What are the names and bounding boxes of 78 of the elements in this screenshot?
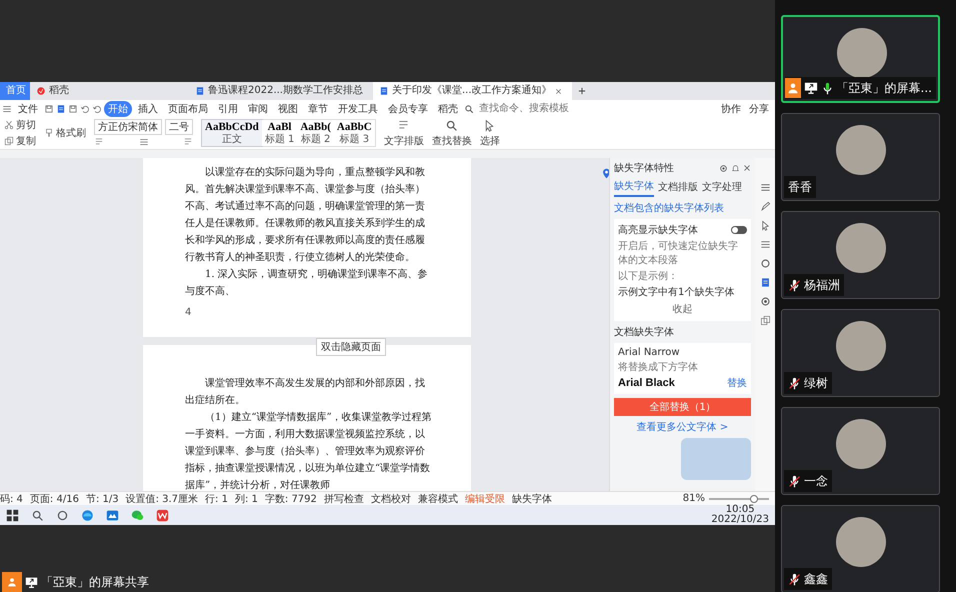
share-label: 「亞東」的屏幕共享 [41,575,149,589]
participant-tile[interactable]: 「亞東」的屏幕... [781,15,940,103]
status-text: 列: 1 [234,492,258,506]
clock-time: 10:05 [726,505,755,515]
font-name-field[interactable]: 方正仿宋简体 [94,119,162,135]
example-text: 示例文字中有1个缺失字体 [618,286,736,299]
status-button[interactable]: 文档校对 [370,492,411,506]
status-text: 码: 4 [0,492,23,506]
section-title: 文档缺失字体 [614,326,675,339]
paragraph: 课堂管理效率不高发生发展的内部和外部原因，找出症结所在。 [185,376,426,408]
style-preset[interactable]: AaBbCcDd 正文 [202,120,262,146]
note: 将替换成下方字体 [618,360,699,374]
participant-tile[interactable]: 鑫鑫 [781,505,940,592]
participant-name: 「亞東」的屏幕... [836,80,932,96]
ribbon-tab[interactable]: 稻壳 [434,100,462,116]
status-button[interactable]: 缺失字体 [512,492,552,506]
ribbon-tab[interactable]: 视图 [274,100,302,116]
ribbon-tab[interactable]: 页面布局 [164,100,212,116]
collapse-button[interactable]: 收起 [666,301,698,317]
toolbar-button[interactable]: 选择 [480,118,500,148]
status-text: 字数: 7792 [264,492,317,506]
document-tab[interactable]: 关于印发《课堂...改工作方案通知》 [373,82,572,100]
document-tab[interactable]: 稻壳 [30,82,189,100]
toolbar-button[interactable]: 文字排版 [384,118,424,148]
font-size-field[interactable]: 二号 [165,119,193,135]
status-text: 页面: 4/16 [30,492,79,506]
ribbon-tab[interactable]: 会员专享 [384,100,432,116]
status-text: 行: 1 [205,492,228,506]
tooltip: 双击隐藏页面 [316,338,386,356]
link[interactable]: 文档包含的缺失字体列表 [614,201,751,215]
panel-title: 缺失字体特性 [614,162,674,175]
example-label: 以下是示例： [618,270,679,283]
toolbar-button[interactable]: 协作 [721,102,741,116]
toolbar-button[interactable]: 剪切 [4,118,36,132]
style-preset[interactable]: AaBb( 标题 2 [297,120,334,146]
status-button[interactable]: 拼写检查 [324,492,364,506]
participant-tile[interactable]: 杨福洲 [781,211,940,299]
description: 开启后，可快速定位缺失字体的文本段落 [618,240,739,267]
search-field[interactable]: 查找命令、搜索模板 [477,102,581,115]
ribbon-tab[interactable]: 开发工具 [334,100,382,116]
participant-tile[interactable]: 香香 [781,113,940,201]
toolbar-button[interactable]: 分享 [749,102,769,116]
participant-name: 杨福洲 [804,276,840,294]
clock-date: 2022/10/23 [711,515,769,525]
status-text: 节: 1/3 [86,492,119,506]
participant-tile[interactable]: 绿树 [781,309,940,397]
ribbon-tab[interactable]: 开始 [104,100,132,116]
participant-name: 鑫鑫 [804,570,828,588]
zoom-level[interactable]: 81% [682,493,705,504]
toolbar-button[interactable]: 查找替换 [432,118,472,148]
participant-tile[interactable]: 一念 [781,407,940,495]
ribbon-tab[interactable]: 插入 [134,100,162,116]
paragraph: 以课堂存在的实际问题为导向，重点整顿学风和教风。首先解决课堂到课率不高、课堂参与度（抬头率）不高、考试通过率不高的问题，明确课堂管理的第一责任人是任课教师。任课教师的教风直接关系到学生的成长和学风的形成，要求所有任课教师以高度的责任感履行教书育人的神圣职责，行使立德树人的光荣使命。 [185,166,426,265]
panel-tab[interactable]: 文字处理 [702,179,742,197]
participant-name: 香香 [788,178,812,196]
font-name: Arial Narrow [618,347,681,358]
toolbar-button[interactable]: 复制 [4,134,36,148]
paragraph: 1. 深入实际，调查研究，明确课堂到课率不高、参与度不高、 [185,268,429,299]
participant-name: 一念 [804,472,828,490]
participant-name: 绿树 [804,374,828,392]
document-tab[interactable]: 鲁迅课程2022...期数学工作安排总 [189,82,373,100]
paragraph: （1）建立“课堂学情数据库”，收集课堂教学过程第一手资料。一方面，利用大数据课堂视频监控系统，以课堂到课率、参与度（抬头率）、管理效率为观察评价指标，抽查课堂授课情况，以班为单位建立“课堂学情数据库”，并统计分析，对任课教师 [185,410,433,491]
toggle-label: 高亮显示缺失字体 [618,224,698,237]
status-text: 设置值: 3.7厘米 [126,492,198,506]
font-name: Arial Black [618,377,675,389]
panel-tab[interactable]: 文档排版 [658,179,698,197]
ribbon-tab[interactable]: 引用 [214,100,242,116]
link[interactable]: 查看更多公文字体 > [636,420,728,434]
document-tab[interactable]: 首页 [0,82,30,100]
ribbon-tab[interactable]: 章节 [304,100,332,116]
replace-link[interactable]: 替换 [727,376,747,390]
panel-tab[interactable]: 缺失字体 [614,179,654,197]
status-button[interactable]: 兼容模式 [418,492,458,506]
status-button[interactable]: 编辑受限 [464,492,505,506]
ribbon-tab[interactable]: 审阅 [244,100,272,116]
toolbar-button[interactable]: 格式刷 [44,126,86,140]
file-menu[interactable]: 文件 [14,100,42,116]
page-number: 4 [185,307,192,318]
